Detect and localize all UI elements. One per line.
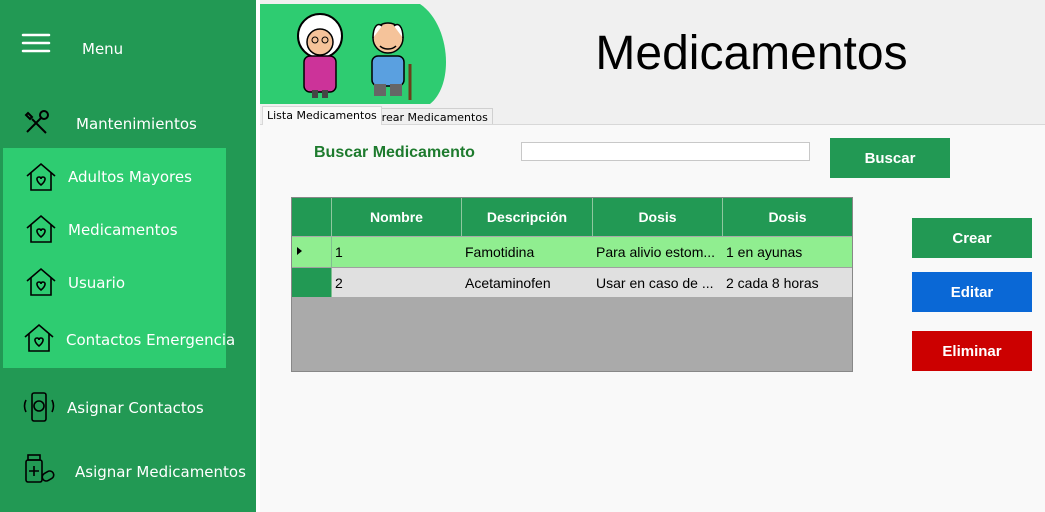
page-title: Medicamentos (595, 27, 908, 80)
tab-lista-medicamentos[interactable]: Lista Medicamentos (262, 106, 382, 125)
table-row[interactable]: 1 Famotidina Para alivio estom... 1 en a… (292, 237, 852, 267)
cell-dosis: 2 cada 8 horas (726, 274, 819, 291)
grid-corner-header (292, 198, 332, 236)
house-heart-icon (24, 265, 58, 299)
cell-dosis: 1 en ayunas (726, 244, 803, 260)
cell-id: 1 (335, 244, 343, 260)
sidebar-item-contactos-emergencia[interactable]: Contactos Emergencia (66, 331, 235, 349)
search-label: Buscar Medicamento (314, 144, 475, 161)
house-heart-icon (22, 321, 56, 355)
row-header[interactable] (292, 268, 332, 297)
logo (260, 4, 458, 104)
house-heart-icon (24, 160, 58, 194)
sidebar-item-adultos-mayores[interactable]: Adultos Mayores (68, 168, 192, 186)
phone-contact-icon (22, 390, 56, 424)
column-header-dosis-2[interactable]: Dosis (723, 198, 852, 236)
delete-button[interactable]: Eliminar (912, 331, 1032, 371)
medications-grid: Nombre Descripción Dosis Dosis 1 Famotid… (291, 197, 853, 372)
create-button[interactable]: Crear (912, 218, 1032, 258)
table-row[interactable]: 2 Acetaminofen Usar en caso de ... 2 cad… (292, 267, 852, 297)
sidebar-item-mantenimientos[interactable]: Mantenimientos (76, 115, 197, 133)
cell-nombre: Acetaminofen (465, 274, 551, 291)
cell-nombre: Famotidina (465, 244, 535, 260)
row-selector-icon (297, 247, 302, 255)
menu-label[interactable]: Menu (82, 40, 123, 58)
medicine-bottle-icon (22, 452, 56, 486)
search-button[interactable]: Buscar (830, 138, 950, 178)
column-header-descripcion[interactable]: Descripción (462, 198, 593, 236)
column-header-nombre[interactable]: Nombre (332, 198, 462, 236)
row-header-selected[interactable] (292, 237, 332, 267)
search-input[interactable] (521, 142, 810, 161)
sidebar-item-usuario[interactable]: Usuario (68, 274, 125, 292)
tools-icon (22, 108, 52, 138)
house-heart-icon (24, 212, 58, 246)
sidebar-item-asignar-contactos[interactable]: Asignar Contactos (67, 399, 204, 417)
sidebar-item-medicamentos[interactable]: Medicamentos (68, 221, 178, 239)
cell-descripcion: Usar en caso de ... (596, 274, 714, 291)
cell-id: 2 (335, 274, 343, 291)
sidebar-item-asignar-medicamentos[interactable]: Asignar Medicamentos (75, 463, 246, 481)
hamburger-menu-icon[interactable] (20, 30, 52, 56)
column-header-dosis[interactable]: Dosis (593, 198, 723, 236)
header: Medicamentos (458, 4, 1045, 104)
sidebar: Menu Mantenimientos Adultos Mayores Medi… (0, 0, 256, 512)
edit-button[interactable]: Editar (912, 272, 1032, 312)
cell-descripcion: Para alivio estom... (596, 244, 716, 260)
